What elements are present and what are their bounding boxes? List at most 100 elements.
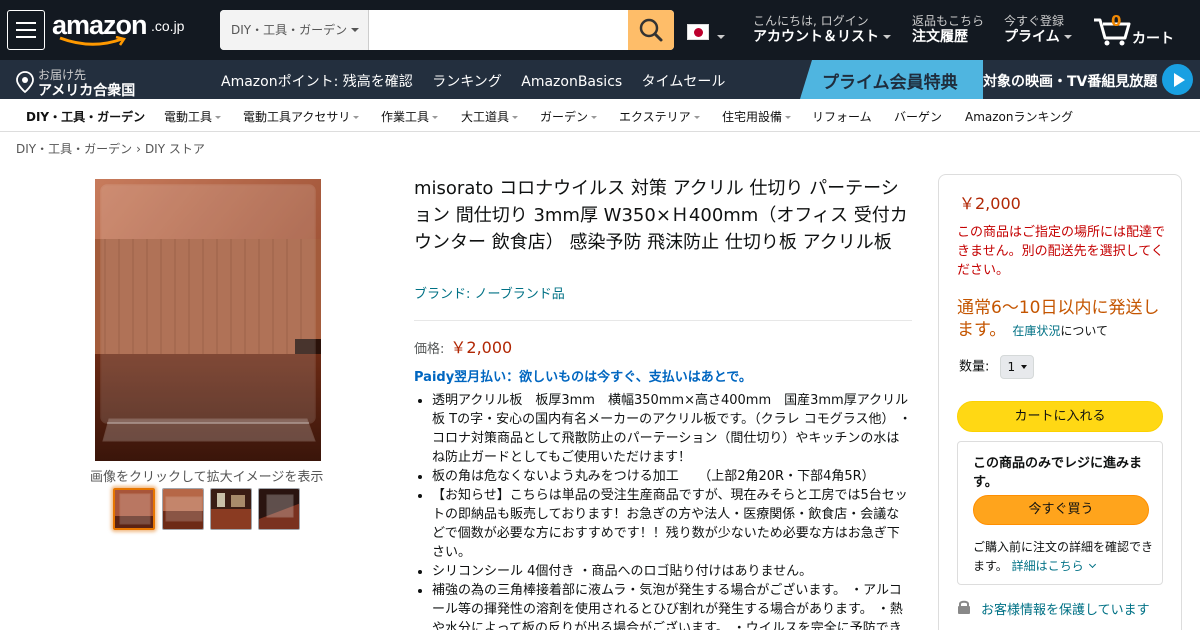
orders-link[interactable]: 返品もこちら 注文履歴: [912, 14, 984, 46]
menu-icon[interactable]: [7, 10, 45, 50]
list-item: 補強の為の三角棒接着部に液ムラ・気泡が発生する場合がございます。 ・アルコール等…: [432, 581, 912, 630]
deliver-country: アメリカ合衆国: [38, 83, 136, 99]
prime-video-promo[interactable]: プライム会員特典 対象の映画・TV番組見放題: [800, 60, 1200, 99]
account-greeting: こんにちは, ログイン: [753, 14, 869, 28]
chevron-down-icon: [215, 116, 222, 119]
search-input[interactable]: [369, 10, 628, 50]
paidy-promo-link[interactable]: Paidy翌月払い：欲しいものは今すぐ、支払いはあとで。: [414, 366, 752, 385]
product-title: misorato コロナウイルス 対策 アクリル 仕切り パーテーション 間仕切…: [414, 178, 908, 253]
stock-status-link[interactable]: 在庫状況: [1012, 324, 1060, 338]
cart-button[interactable]: 0 カート: [1092, 10, 1182, 50]
quantity-value: 1: [1007, 360, 1016, 374]
prime-menu[interactable]: 今すぐ登録 プライム: [1004, 14, 1072, 46]
subnav-item-exterior[interactable]: エクステリア: [619, 108, 700, 125]
thumbnail-photo: [259, 489, 299, 529]
play-icon[interactable]: [1162, 64, 1193, 95]
japan-flag-icon[interactable]: [687, 24, 709, 40]
details-link[interactable]: 詳細はこちら: [1012, 559, 1084, 573]
nav-link-ranking[interactable]: ランキング: [432, 74, 502, 90]
add-to-cart-button[interactable]: カートに入れる: [957, 401, 1163, 432]
subnav-item-garden[interactable]: ガーデン: [540, 108, 598, 125]
chevron-down-icon: [512, 116, 519, 119]
nav-link-amazonbasics[interactable]: AmazonBasics: [521, 74, 622, 90]
chevron-down-icon: [785, 116, 792, 119]
subnav-item-housing-equipment[interactable]: 住宅用設備: [722, 108, 792, 125]
chevron-down-icon: [1088, 560, 1096, 569]
subnav-label: 住宅用設備: [722, 110, 783, 124]
lock-icon: [958, 600, 970, 614]
orders-label: 注文履歴: [912, 29, 968, 45]
brand-link[interactable]: ブランド: ノーブランド品: [414, 283, 565, 302]
subnav-label: 作業工具: [381, 110, 430, 124]
subnav-item-power-tools[interactable]: 電動工具: [164, 108, 222, 125]
buybox-price: ￥2,000: [959, 194, 1021, 213]
nav-link-timesale[interactable]: タイムセール: [642, 74, 726, 90]
chevron-down-icon: [883, 35, 891, 39]
returns-label: 返品もこちら: [912, 14, 985, 28]
secure-label: お客様情報を保護しています: [981, 603, 1150, 618]
thumbnail-image[interactable]: [113, 488, 155, 530]
chevron-down-icon: [353, 116, 360, 119]
thumbnail-photo: [211, 489, 251, 529]
promo-text: 対象の映画・TV番組見放題: [983, 74, 1158, 90]
product-photo: [95, 179, 321, 461]
divider: [414, 320, 912, 321]
breadcrumb: DIY・工具・ガーデン › DIY ストア: [16, 140, 205, 157]
subnav-item-ranking[interactable]: Amazonランキング: [965, 108, 1073, 125]
search-category-dropdown[interactable]: DIY・工具・ガーデン: [220, 10, 369, 50]
subnav-item-bargain[interactable]: バーゲン: [894, 108, 942, 125]
subnav-label: 電動工具: [164, 110, 213, 124]
thumbnail-photo: [163, 489, 203, 529]
search-category-label: DIY・工具・ガーデン: [231, 23, 348, 37]
subnav-item-work-tools[interactable]: 作業工具: [381, 108, 439, 125]
thumbnail-image[interactable]: [258, 488, 300, 530]
quantity-label: 数量:: [959, 359, 990, 375]
feature-bullets: 透明アクリル板 板厚3mm 横幅350mm×高さ400mm 国産3mm厚アクリル…: [432, 391, 912, 630]
search-icon: [639, 18, 663, 42]
prime-label: プライム: [1004, 29, 1060, 45]
breadcrumb-item[interactable]: DIY・工具・ガーデン: [16, 142, 132, 156]
chevron-down-icon: [693, 116, 700, 119]
thumbnail-image[interactable]: [162, 488, 204, 530]
subnav-item-power-tool-accessories[interactable]: 電動工具アクセサリ: [243, 108, 360, 125]
quantity-row: 数量: 1: [959, 355, 1034, 379]
chevron-down-icon: [1063, 35, 1072, 39]
price-value: ￥2,000: [450, 338, 513, 357]
price-label: 価格:: [414, 342, 445, 357]
chevron-down-icon: [717, 35, 725, 39]
cart-label: カート: [1132, 31, 1174, 47]
buy-now-button[interactable]: 今すぐ買う: [973, 495, 1149, 525]
search-button[interactable]: [628, 10, 674, 50]
breadcrumb-item[interactable]: DIY ストア: [145, 142, 205, 156]
stock-suffix: について: [1060, 324, 1108, 338]
list-item: 板の角は危なくないよう丸みをつける加工 （上部2角20R・下部4角5R）: [432, 467, 912, 486]
breadcrumb-separator-icon: ›: [136, 142, 141, 156]
list-item: 【お知らせ】こちらは単品の受注生産商品ですが、現在みそらと工房では5台セットの即…: [432, 486, 912, 562]
logo-tld: .co.jp: [151, 18, 185, 34]
subnav-item-reform[interactable]: リフォーム: [812, 108, 872, 125]
top-nav: amazon .co.jp DIY・工具・ガーデン こんにちは, ログイン アカ…: [0, 0, 1200, 60]
subnav-item-carpentry-tools[interactable]: 大工道具: [461, 108, 519, 125]
shipping-estimate: 通常6～10日以内に発送します。 在庫状況について: [957, 297, 1169, 342]
account-menu[interactable]: こんにちは, ログイン アカウント＆リスト: [753, 14, 891, 46]
subnav-item-diy[interactable]: DIY・工具・ガーデン: [26, 108, 145, 125]
nav-link-points[interactable]: Amazonポイント: 残高を確認: [221, 74, 413, 90]
main-nav: お届け先 アメリカ合衆国 Amazonポイント: 残高を確認 ランキング Ama…: [0, 60, 1200, 99]
location-pin-icon: [16, 71, 34, 93]
product-main-image[interactable]: [95, 179, 321, 461]
buy-box: ￥2,000 この商品はご指定の場所には配達できません。別の配送先を選択してくだ…: [938, 174, 1182, 630]
prime-signup-label: 今すぐ登録: [1004, 14, 1065, 28]
chevron-down-icon: [351, 28, 359, 32]
amazon-logo[interactable]: amazon .co.jp: [52, 10, 192, 46]
quantity-select[interactable]: 1: [999, 355, 1034, 379]
prime-benefits-banner: プライム会員特典: [800, 60, 983, 99]
cart-count: 0: [1111, 12, 1122, 30]
thumbnail-image[interactable]: [210, 488, 252, 530]
buy-now-panel: この商品のみでレジに進みます。 今すぐ買う ご購入前に注文の詳細を確認できます。…: [957, 441, 1163, 585]
subnav-label: 電動工具アクセサリ: [243, 110, 351, 124]
list-item: 透明アクリル板 板厚3mm 横幅350mm×高さ400mm 国産3mm厚アクリル…: [432, 391, 912, 467]
subnav-label: ガーデン: [540, 110, 589, 124]
search-bar: DIY・工具・ガーデン: [220, 10, 674, 50]
prime-benefits-label: プライム会員特典: [822, 73, 958, 93]
subnav-label: エクステリア: [619, 110, 691, 124]
